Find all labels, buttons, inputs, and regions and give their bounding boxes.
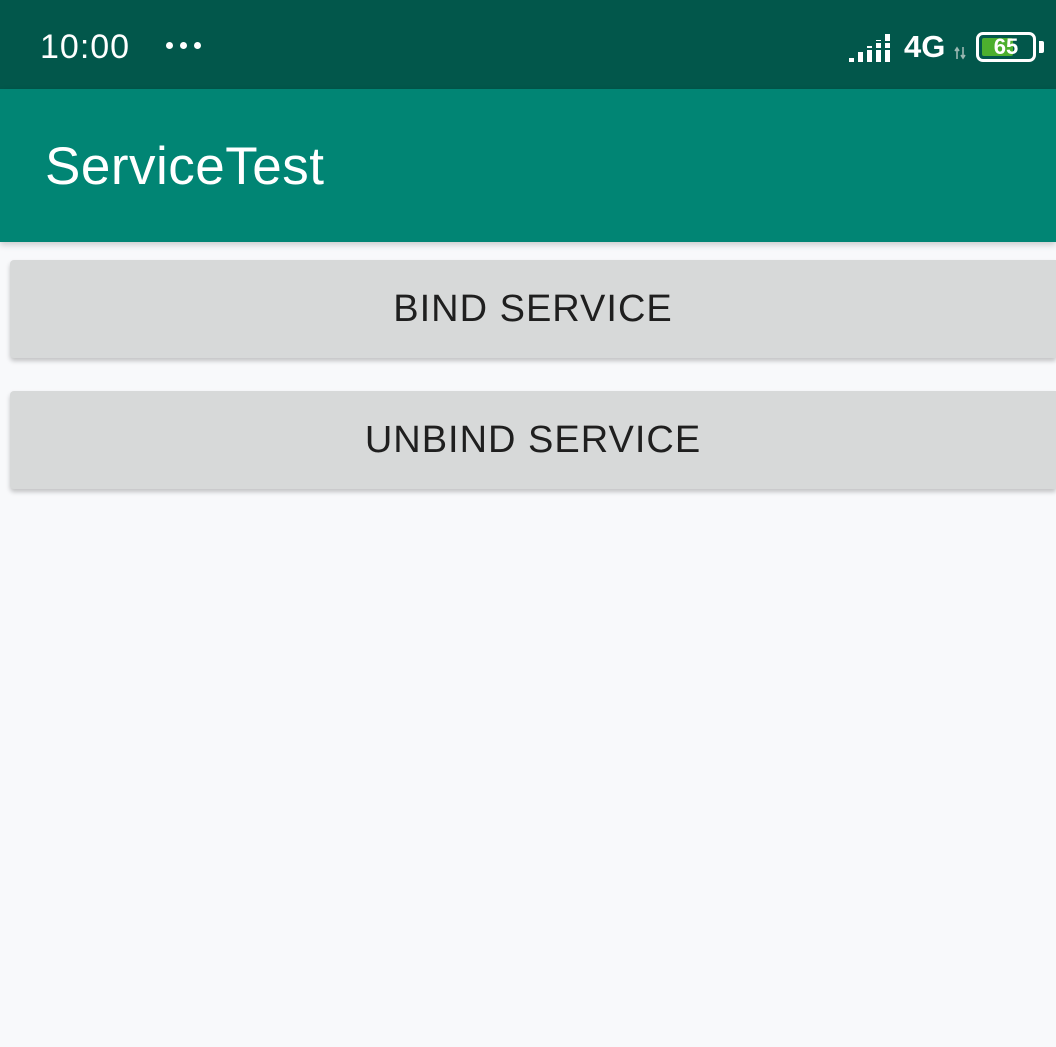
unbind-service-button[interactable]: UNBIND SERVICE	[10, 391, 1056, 489]
battery-icon: 65	[976, 32, 1036, 62]
network-type: 4G	[904, 29, 946, 64]
signal-icon	[849, 34, 891, 62]
battery-nub	[1039, 41, 1044, 53]
app-title: ServiceTest	[45, 137, 325, 196]
status-time: 10:00	[40, 28, 131, 66]
bind-service-button[interactable]: BIND SERVICE	[10, 260, 1056, 358]
status-bar: 10:00 4G 65	[0, 0, 1056, 89]
battery-level: 65	[993, 34, 1019, 59]
network-arrows-icon	[954, 46, 966, 60]
more-dots-icon	[166, 41, 206, 51]
app-bar: ServiceTest	[0, 89, 1056, 242]
